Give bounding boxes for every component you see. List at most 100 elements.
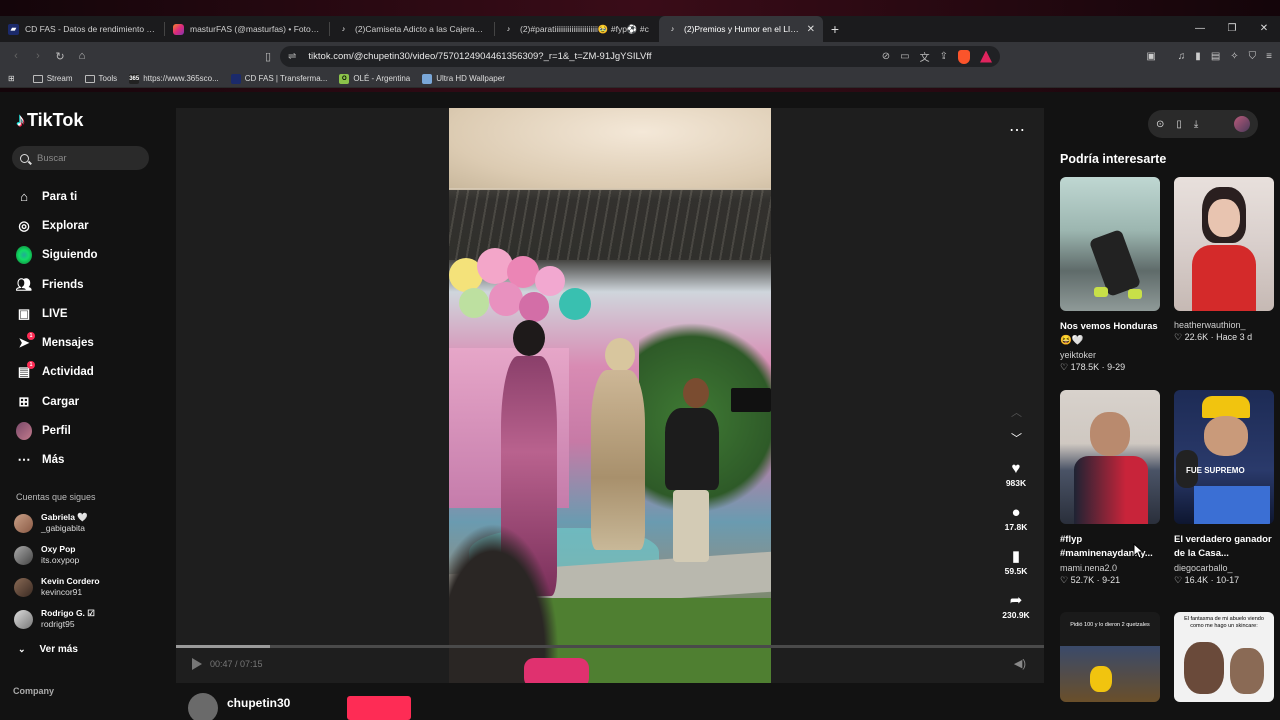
following-account[interactable]: Oxy Pop its.oxypop: [14, 544, 164, 566]
vpn-icon[interactable]: ⛉: [1249, 51, 1257, 62]
close-tab-icon[interactable]: ✕: [801, 24, 815, 35]
nav-item-perfil[interactable]: Perfil: [16, 416, 166, 445]
follow-button[interactable]: [347, 696, 411, 720]
menu-icon[interactable]: ≡: [1266, 51, 1272, 62]
video-title: El verdadero ganador de la Casa...: [1174, 534, 1272, 559]
share-button[interactable]: ➦ 230.9K: [990, 590, 1042, 620]
address-bar[interactable]: ⇌ tiktok.com/@chupetin30/video/757012490…: [280, 46, 1000, 67]
back-icon[interactable]: ‹: [6, 50, 26, 62]
like-count: 983K: [1005, 478, 1027, 488]
apps-icon[interactable]: ⊞: [8, 74, 15, 83]
nav-item-actividad[interactable]: ▤ 1 Actividad: [16, 358, 166, 387]
play-icon[interactable]: [192, 658, 202, 670]
nav-item-mensajes[interactable]: ➤ 1 Mensajes: [16, 328, 166, 357]
translate-icon[interactable]: 文: [920, 49, 930, 64]
minimize-icon[interactable]: —: [1184, 16, 1216, 42]
nav-item-mas[interactable]: ⋯ Más: [16, 446, 166, 475]
recommended-video[interactable]: #flyp #maminenaydanny... mami.nena2.0 ♡ …: [1060, 390, 1160, 586]
recommended-video[interactable]: Pidió 100 y lo dieron 2 quetzales: [1060, 612, 1160, 702]
nav-label: Friends: [42, 278, 84, 291]
download-icon[interactable]: ⤓: [1194, 119, 1198, 130]
share-icon[interactable]: ⇪: [940, 51, 948, 62]
folder-icon: [84, 74, 95, 83]
messages-icon: ➤ 1: [16, 332, 35, 351]
video-person-child: [665, 408, 719, 490]
recommended-video[interactable]: heatherwauthion_ ♡ 22.6K · Hace 3 d: [1174, 177, 1274, 343]
following-account[interactable]: Kevin Cordero kevincor91: [14, 576, 164, 598]
bookmark-cdfas[interactable]: CD FAS | Transferma...: [230, 73, 327, 84]
bookmark-wallpaper[interactable]: Ultra HD Wallpaper: [422, 73, 505, 84]
share-count: 230.9K: [1002, 610, 1030, 620]
fas-icon: [230, 73, 241, 84]
following-account[interactable]: Gabriela 🤍 _gabigabita: [14, 512, 164, 534]
music-icon[interactable]: ♫: [1178, 51, 1186, 62]
bookmark-label: Stream: [46, 74, 73, 83]
search-icon: [20, 153, 29, 163]
bookmark-ole[interactable]: O OLÉ - Argentina: [339, 73, 410, 84]
account-name: Gabriela 🤍: [41, 512, 88, 522]
company-link[interactable]: Company: [13, 686, 54, 696]
volume-icon[interactable]: ◀): [1014, 657, 1026, 670]
new-tab-button[interactable]: +: [823, 21, 847, 37]
recommended-video[interactable]: FUE SUPREMO El verdadero ganador de la C…: [1174, 390, 1274, 586]
no-tracking-icon[interactable]: ⊘: [882, 51, 890, 62]
wallet-icon[interactable]: ▤: [1211, 51, 1220, 62]
home-browser-icon[interactable]: ⌂: [72, 50, 92, 62]
media-icon[interactable]: ▣: [1146, 51, 1155, 62]
reload-icon[interactable]: ↻: [50, 50, 70, 63]
video-meta: ♡ 178.5K · 9-29: [1060, 362, 1126, 372]
device-icon[interactable]: ▯: [1176, 119, 1182, 130]
save-button[interactable]: ▮ 59.5K: [990, 546, 1042, 576]
coin-icon[interactable]: ⊙: [1156, 119, 1164, 130]
video-frame[interactable]: [449, 108, 771, 683]
recommended-video[interactable]: Nos vemos Honduras 😆🤍 yeiktoker ♡ 178.5K…: [1060, 177, 1160, 373]
search-input[interactable]: Buscar: [12, 146, 149, 170]
author-avatar[interactable]: [188, 693, 218, 720]
account-name: Kevin Cordero: [41, 576, 100, 586]
browser-tab[interactable]: ♪ (2)#paratiiiiiiiiiiiiiiiiiiiiiii🥹 #fyp…: [495, 16, 659, 42]
nav-item-friends[interactable]: 👥︎ Friends: [16, 270, 166, 299]
author-name[interactable]: chupetin30: [227, 696, 290, 710]
more-options-icon[interactable]: ⋯: [1009, 120, 1026, 140]
site-info-icon[interactable]: ⇌: [288, 51, 296, 62]
leo-icon[interactable]: ✧: [1230, 51, 1238, 62]
forward-icon[interactable]: ›: [28, 50, 48, 62]
recommended-video[interactable]: El fantasma de mi abuelo viendo como me …: [1174, 612, 1274, 702]
nav-label: Más: [42, 454, 65, 467]
chevron-down-icon[interactable]: ﹀: [1011, 430, 1022, 446]
video-player[interactable]: ⋯ ︿ ﹀ ♥ 983K ● 17.8K ▮ 59.5K ➦ 230.9K 00:47 …: [176, 108, 1044, 683]
bookmark-365scores[interactable]: 365 https://www.365sco...: [129, 73, 219, 84]
following-account[interactable]: Rodrigo G. ☑ rodrigt95: [14, 608, 164, 630]
bookmark-stream[interactable]: Stream: [32, 74, 73, 83]
account-name: Rodrigo G. ☑: [41, 608, 95, 618]
nav-item-para-ti[interactable]: ⌂ Para ti: [16, 182, 166, 211]
nav-item-live[interactable]: ▣ LIVE: [16, 299, 166, 328]
brave-rewards-icon[interactable]: [980, 50, 992, 63]
nav-label: Para ti: [42, 190, 78, 203]
tab-title: masturFAS (@masturfas) • Fotos y vi: [190, 24, 321, 34]
browser-tab-active[interactable]: ♪ (2)Premios y Humor en el LIVEFa ✕: [659, 16, 823, 42]
pip-icon[interactable]: ▭: [900, 51, 909, 62]
sidebar-toggle-icon[interactable]: ▮: [1195, 51, 1201, 62]
brave-shields-icon[interactable]: [958, 49, 970, 64]
nav-item-siguiendo[interactable]: Siguiendo: [16, 241, 166, 270]
maximize-icon[interactable]: ❐: [1216, 16, 1248, 42]
nav-item-explorar[interactable]: ◎ Explorar: [16, 211, 166, 240]
365-icon: 365: [129, 73, 140, 84]
browser-tab[interactable]: masturFAS (@masturfas) • Fotos y vi: [165, 16, 329, 42]
video-meta: ♡ 52.7K · 9-21: [1060, 575, 1121, 585]
see-more-button[interactable]: ⌄ Ver más: [18, 644, 78, 655]
bookmark-tools[interactable]: Tools: [84, 74, 117, 83]
close-window-icon[interactable]: ✕: [1248, 16, 1280, 42]
browser-tab[interactable]: ♪ (2)Camiseta Adicto a las Cajeras: Con: [330, 16, 494, 42]
comment-button[interactable]: ● 17.8K: [990, 502, 1042, 533]
tiktok-logo[interactable]: ♪ TikTok: [16, 110, 83, 131]
nav-item-cargar[interactable]: ⊞ Cargar: [16, 387, 166, 416]
video-user: yeiktoker: [1060, 350, 1097, 360]
user-avatar[interactable]: [1234, 116, 1250, 132]
bookmark-icon[interactable]: ▯: [258, 50, 278, 63]
like-button[interactable]: ♥ 983K: [990, 458, 1042, 489]
browser-tab[interactable]: ▰ CD FAS - Datos de rendimiento del e: [0, 16, 164, 42]
video-progress-bar[interactable]: [176, 645, 1044, 648]
chevron-up-icon[interactable]: ︿: [1011, 404, 1022, 420]
